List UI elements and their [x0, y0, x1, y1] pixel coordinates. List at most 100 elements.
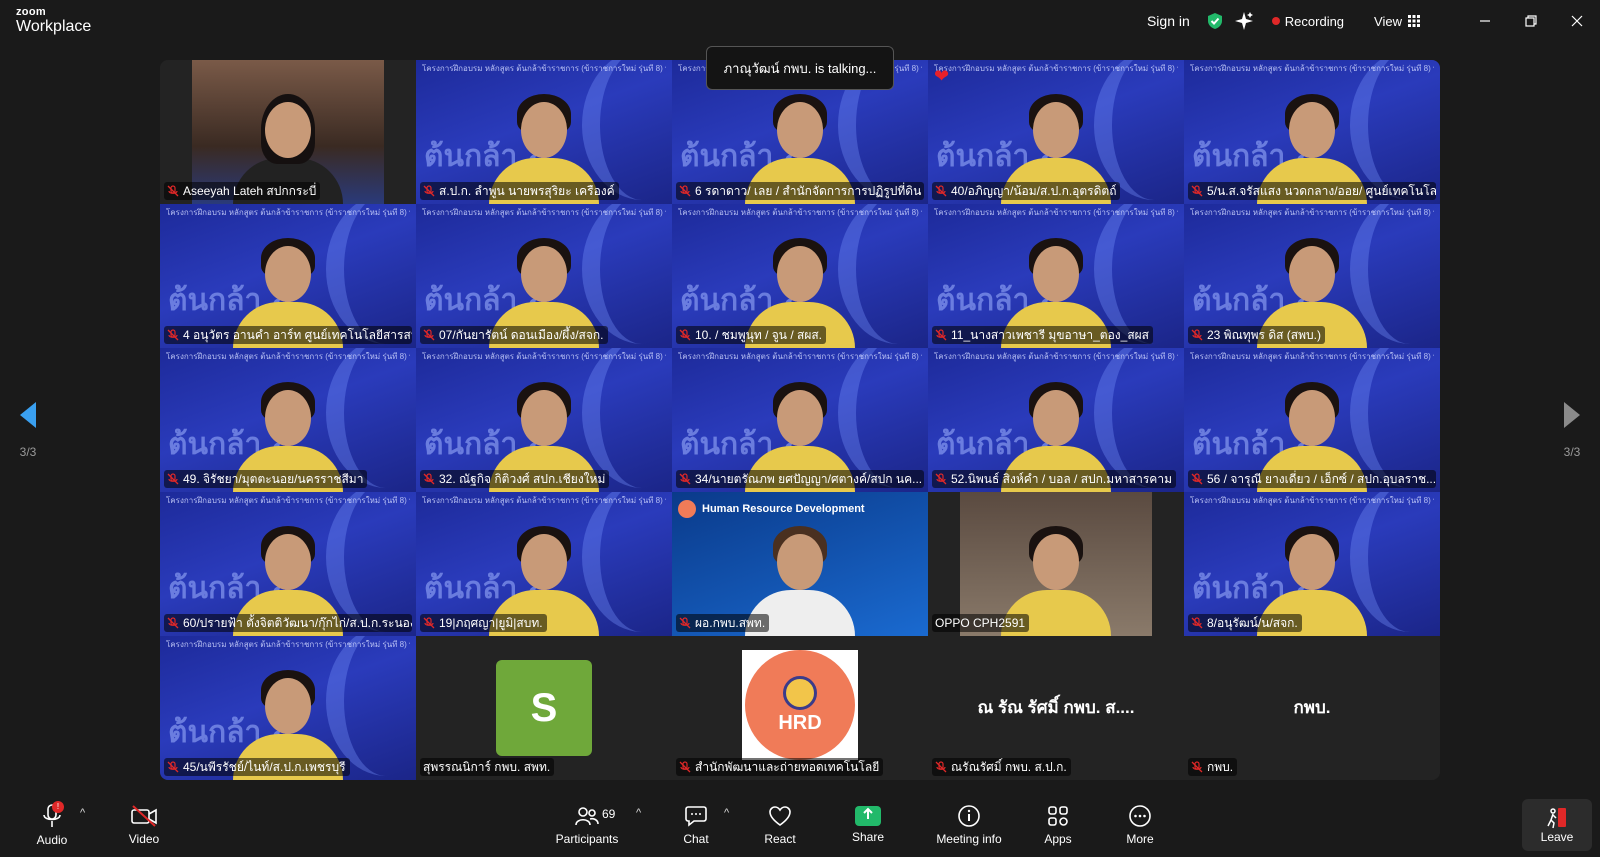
mic-muted-icon — [1191, 473, 1203, 485]
record-dot-icon — [1271, 17, 1280, 25]
react-button[interactable]: React — [760, 793, 800, 857]
participants-options-caret[interactable]: ^ — [636, 807, 641, 819]
participant-tile[interactable]: โครงการฝึกอบรม หลักสูตร ต้นกล้าข้าราชการ… — [1184, 492, 1440, 636]
virtual-background-caption: โครงการฝึกอบรม หลักสูตร ต้นกล้าข้าราชการ… — [678, 352, 922, 361]
participant-name: 11_นางสาวเพชารี มุขอาษา_ตอง_สผส — [951, 328, 1149, 342]
participant-tile[interactable]: OPPO CPH2591 — [928, 492, 1184, 636]
virtual-background-caption: โครงการฝึกอบรม หลักสูตร ต้นกล้าข้าราชการ… — [422, 352, 666, 361]
avatar: S — [496, 660, 592, 756]
participant-tile[interactable]: โครงการฝึกอบรม หลักสูตร ต้นกล้าข้าราชการ… — [160, 492, 416, 636]
arrow-right-icon[interactable] — [1562, 400, 1582, 430]
participants-icon — [575, 807, 599, 826]
participant-tile[interactable]: กพบ. กพบ. — [1184, 636, 1440, 780]
virtual-background-caption: โครงการฝึกอบรม หลักสูตร ต้นกล้าข้าราชการ… — [1190, 64, 1434, 73]
participant-tile[interactable]: โครงการฝึกอบรม หลักสูตร ต้นกล้าข้าราชการ… — [1184, 348, 1440, 492]
heart-reaction-icon: ❤ — [934, 66, 950, 86]
prev-page-nav[interactable]: 3/3 — [8, 400, 48, 459]
participant-name: 10. / ชมพูนุท / จูน / สผส. — [695, 328, 823, 342]
audio-label: Audio — [36, 833, 68, 847]
virtual-background-caption: โครงการฝึกอบรม หลักสูตร ต้นกล้าข้าราชการ… — [678, 208, 922, 217]
participant-tile[interactable]: โครงการฝึกอบรม หลักสูตร ต้นกล้าข้าราชการ… — [416, 60, 672, 204]
next-page-nav[interactable]: 3/3 — [1552, 400, 1592, 459]
participant-tile[interactable]: โครงการฝึกอบรม หลักสูตร ต้นกล้าข้าราชการ… — [160, 348, 416, 492]
apps-button[interactable]: Apps — [1038, 793, 1078, 857]
recording-indicator[interactable]: Recording — [1271, 14, 1344, 29]
more-icon — [1129, 805, 1151, 827]
participant-name-label: 07/กันยารัตน์ ดอนเมือง/ผึ้ง/สจก. — [420, 326, 608, 344]
participant-tile[interactable]: S สุพรรณนิการ์ กพบ. สพท. — [416, 636, 672, 780]
participant-name: 5/น.ส.จรัสแสง นวดกลาง/ออย/ ศูนย์เทคโนโลย… — [1207, 184, 1436, 198]
apps-label: Apps — [1044, 832, 1072, 846]
shield-check-icon[interactable] — [1206, 12, 1224, 30]
close-button[interactable] — [1554, 0, 1600, 42]
participant-tile[interactable]: โครงการฝึกอบรม หลักสูตร ต้นกล้าข้าราชการ… — [416, 204, 672, 348]
participant-name: 60/ปรายฟ้า ตั้งจิตติวัฒนา/กุ๊กไก่/ส.ป.ก.… — [183, 616, 412, 630]
chat-label: Chat — [683, 832, 709, 846]
participant-name-label: 10. / ชมพูนุท / จูน / สผส. — [676, 326, 827, 344]
participant-name-label: OPPO CPH2591 — [932, 614, 1030, 632]
chat-button[interactable]: Chat — [676, 793, 716, 857]
participant-name: 6 รดาดาว/ เลย / สำนักจัดการการปฏิรูปที่ด… — [695, 184, 922, 198]
brand-top: zoom — [16, 6, 46, 18]
participant-tile[interactable]: โครงการฝึกอบรม หลักสูตร ต้นกล้าข้าราชการ… — [1184, 60, 1440, 204]
sign-in-button[interactable]: Sign in — [1147, 13, 1190, 29]
arrow-left-icon[interactable] — [18, 400, 38, 430]
leave-button[interactable]: Leave — [1522, 799, 1592, 851]
participant-name-label: 60/ปรายฟ้า ตั้งจิตติวัฒนา/กุ๊กไก่/ส.ป.ก.… — [164, 614, 412, 632]
participant-name-label: ผอ.กพบ.สพท. — [676, 614, 770, 632]
mic-muted-icon — [935, 329, 947, 341]
mic-muted-icon — [1191, 617, 1203, 629]
leave-label: Leave — [1540, 830, 1574, 844]
view-button[interactable]: View — [1374, 14, 1420, 29]
participant-name: 49. จิรัชยา/มุตตะนอย/นครราชสีมา — [183, 472, 364, 486]
video-button[interactable]: Video — [124, 793, 164, 857]
mic-muted-icon — [935, 761, 947, 773]
participant-name: 32. ณัฐกิจ กิติวงศ์ สปก.เชียงใหม่ — [439, 472, 606, 486]
participant-name-label: 19|ภฤศญา|ยูมิ|สบท. — [420, 614, 547, 632]
participant-tile[interactable]: โครงการฝึกอบรม หลักสูตร ต้นกล้าข้าราชการ… — [416, 492, 672, 636]
participant-tile[interactable]: Aseeyah Lateh สปกกระบี่ — [160, 60, 416, 204]
participants-button[interactable]: Participants — [550, 793, 624, 857]
apps-icon — [1048, 806, 1068, 826]
participant-name: 19|ภฤศญา|ยูมิ|สบท. — [439, 616, 543, 630]
audio-button[interactable]: Audio — [32, 793, 72, 857]
lightbulb-icon — [783, 675, 817, 710]
minimize-button[interactable] — [1462, 0, 1508, 42]
meeting-info-label: Meeting info — [936, 832, 1002, 846]
info-icon — [958, 805, 980, 827]
participant-tile[interactable]: โครงการฝึกอบรม หลักสูตร ต้นกล้าข้าราชการ… — [416, 348, 672, 492]
audio-options-caret[interactable]: ^ — [80, 807, 85, 819]
mic-muted-icon — [167, 761, 179, 773]
share-label: Share — [851, 830, 885, 844]
virtual-background-caption: โครงการฝึกอบรม หลักสูตร ต้นกล้าข้าราชการ… — [422, 208, 666, 217]
virtual-background-caption: โครงการฝึกอบรม หลักสูตร ต้นกล้าข้าราชการ… — [166, 496, 410, 505]
page-indicator-left: 3/3 — [19, 445, 37, 459]
mic-muted-icon — [679, 473, 691, 485]
participant-name-label: 4 อนุวัตร อานคำ อาร์ท ศูนย์เทคโนโลยีสารส… — [164, 326, 412, 344]
chat-options-caret[interactable]: ^ — [724, 807, 729, 819]
participant-tile[interactable]: โครงการฝึกอบรม หลักสูตร ต้นกล้าข้าราชการ… — [928, 60, 1184, 204]
virtual-background-caption: โครงการฝึกอบรม หลักสูตร ต้นกล้าข้าราชการ… — [166, 208, 410, 217]
participant-name-label: ณรัณรัศมิ์ กพบ. ส.ป.ก. — [932, 758, 1071, 776]
restore-button[interactable] — [1508, 0, 1554, 42]
participant-tile[interactable]: โครงการฝึกอบรม หลักสูตร ต้นกล้าข้าราชการ… — [1184, 204, 1440, 348]
participant-name: 56 / จารุณี ยางเดี่ยว / เอ็กซ์ / สปก.อุบ… — [1207, 472, 1436, 486]
participant-tile[interactable]: โครงการฝึกอบรม หลักสูตร ต้นกล้าข้าราชการ… — [928, 348, 1184, 492]
participant-name: ผอ.กพบ.สพท. — [695, 616, 766, 630]
avatar-letter: S — [530, 685, 558, 730]
participant-tile[interactable]: โครงการฝึกอบรม หลักสูตร ต้นกล้าข้าราชการ… — [160, 636, 416, 780]
participant-tile[interactable]: โครงการฝึกอบรม หลักสูตร ต้นกล้าข้าราชการ… — [672, 204, 928, 348]
participant-tile[interactable]: Human Resource Development ผอ.กพบ.สพท. — [672, 492, 928, 636]
more-label: More — [1126, 832, 1154, 846]
participant-tile[interactable]: โครงการฝึกอบรม หลักสูตร ต้นกล้าข้าราชการ… — [672, 348, 928, 492]
participant-tile[interactable]: ณ รัณ รัศมิ์ กพบ. ส.... ณรัณรัศมิ์ กพบ. ส… — [928, 636, 1184, 780]
more-button[interactable]: More — [1120, 793, 1160, 857]
share-button[interactable]: Share — [848, 793, 888, 857]
participant-tile[interactable]: โครงการฝึกอบรม หลักสูตร ต้นกล้าข้าราชการ… — [160, 204, 416, 348]
ai-companion-icon[interactable] — [1234, 11, 1254, 31]
meeting-info-button[interactable]: Meeting info — [932, 793, 1006, 857]
virtual-background-caption: โครงการฝึกอบรม หลักสูตร ต้นกล้าข้าราชการ… — [934, 352, 1178, 361]
participant-name-label: กพบ. — [1188, 758, 1238, 776]
participant-tile[interactable]: โครงการฝึกอบรม หลักสูตร ต้นกล้าข้าราชการ… — [928, 204, 1184, 348]
participant-tile[interactable]: HRD สำนักพัฒนาและถ่ายทอดเทคโนโลยี — [672, 636, 928, 780]
